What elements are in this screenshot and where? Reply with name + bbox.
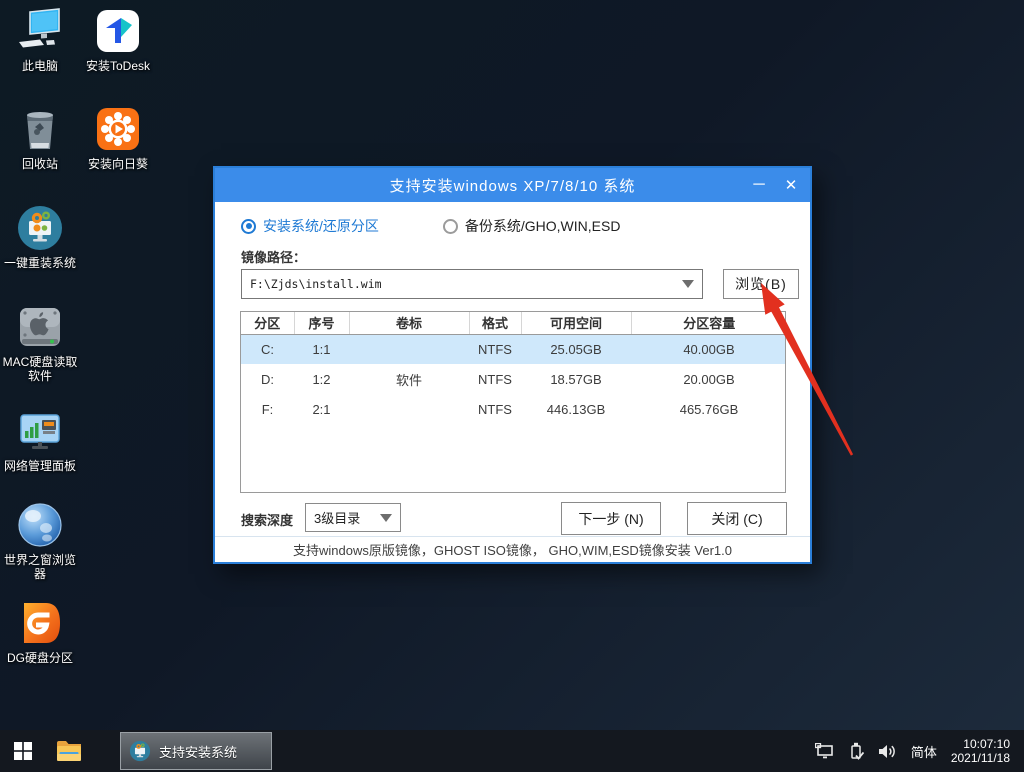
search-depth-select[interactable]: 3级目录 xyxy=(305,503,401,532)
mac-disk-icon xyxy=(15,302,65,352)
desktop-icon-label: 网络管理面板 xyxy=(4,459,76,473)
network-panel-icon xyxy=(15,406,65,456)
volume-tray-icon[interactable] xyxy=(878,743,897,760)
column-header[interactable]: 可用空间 xyxy=(521,312,631,334)
close-button[interactable]: ✕ xyxy=(774,168,808,202)
desktop-icon-mac-disk-reader[interactable]: MAC硬盘读取软件 xyxy=(0,302,80,383)
desktop-icon-reinstall-system[interactable]: 一键重装系统 xyxy=(0,203,80,270)
radio-backup-system[interactable]: 备份系统/GHO,WIN,ESD xyxy=(443,216,621,236)
taskbar-item-label: 支持安装系统 xyxy=(159,742,237,761)
desktop-icon-label: 一键重装系统 xyxy=(4,256,76,270)
column-header[interactable]: 分区 xyxy=(241,312,294,334)
column-header[interactable]: 卷标 xyxy=(349,312,469,334)
browser-globe-icon xyxy=(15,500,65,550)
desktop-icon-recycle-bin[interactable]: 回收站 xyxy=(0,104,80,171)
search-depth-label: 搜索深度 xyxy=(241,510,293,529)
radio-backup-label: 备份系统/GHO,WIN,ESD xyxy=(465,216,621,236)
desktop-icon-label: 回收站 xyxy=(22,157,58,171)
desktop-icon-sunflower[interactable]: 安装向日葵 xyxy=(78,104,158,171)
column-header[interactable]: 序号 xyxy=(294,312,349,334)
installer-dialog: 支持安装windows XP/7/8/10 系统 ─ ✕ 安装系统/还原分区 备… xyxy=(213,166,812,564)
dialog-status-bar: 支持windows原版镜像，GHOST ISO镜像， GHO,WIM,ESD镜像… xyxy=(215,536,810,562)
search-depth-value: 3级目录 xyxy=(314,508,380,527)
desktop-icon-label: DG硬盘分区 xyxy=(7,651,73,665)
usb-tray-icon[interactable] xyxy=(849,742,864,761)
todesk-icon xyxy=(93,6,143,56)
table-row[interactable]: D:1:2软件NTFS18.57GB20.00GB xyxy=(241,364,786,394)
chevron-down-icon xyxy=(380,514,392,522)
desktop-icon-label: 安装向日葵 xyxy=(88,157,148,171)
desktop-icon-network-panel[interactable]: 网络管理面板 xyxy=(0,406,80,473)
clock-time: 10:07:10 xyxy=(951,737,1010,751)
taskbar-clock[interactable]: 10:07:10 2021/11/18 xyxy=(951,737,1014,765)
radio-unselected-icon xyxy=(443,219,458,234)
desktop-icon-browser[interactable]: 世界之窗浏览器 xyxy=(0,500,80,581)
this-pc-icon xyxy=(15,6,65,56)
installer-task-icon xyxy=(129,740,151,762)
desktop-icon-label: 世界之窗浏览器 xyxy=(0,553,80,581)
next-step-button[interactable]: 下一步 (N) xyxy=(561,502,661,535)
ime-indicator[interactable]: 简体 xyxy=(911,742,937,761)
close-dialog-button[interactable]: 关闭 (C) xyxy=(687,502,787,535)
folder-icon xyxy=(56,740,82,762)
dialog-titlebar[interactable]: 支持安装windows XP/7/8/10 系统 ─ ✕ xyxy=(215,168,810,202)
network-tray-icon[interactable] xyxy=(815,743,835,760)
column-header[interactable]: 分区容量 xyxy=(631,312,786,334)
taskbar-item-installer[interactable]: 支持安装系统 xyxy=(120,732,272,770)
radio-install-system[interactable]: 安装系统/还原分区 xyxy=(241,216,379,236)
reinstall-system-icon xyxy=(15,203,65,253)
desktop-icon-label: MAC硬盘读取软件 xyxy=(0,355,80,383)
radio-selected-icon xyxy=(241,219,256,234)
clock-date: 2021/11/18 xyxy=(951,751,1010,765)
sunflower-icon xyxy=(93,104,143,154)
chevron-down-icon[interactable] xyxy=(682,280,694,288)
partition-table[interactable]: 分区序号卷标格式可用空间分区容量C:1:1NTFS25.05GB40.00GBD… xyxy=(241,312,786,424)
image-path-value: F:\Zjds\install.wim xyxy=(250,277,682,291)
desktop-icon-todesk[interactable]: 安装ToDesk xyxy=(78,6,158,73)
desktop-icon-label: 安装ToDesk xyxy=(86,59,150,73)
image-path-combobox[interactable]: F:\Zjds\install.wim xyxy=(241,269,703,299)
recycle-bin-icon xyxy=(15,104,65,154)
image-path-label: 镜像路径： xyxy=(241,247,306,266)
radio-install-label: 安装系统/还原分区 xyxy=(263,216,379,236)
minimize-button[interactable]: ─ xyxy=(742,168,776,202)
table-row[interactable]: C:1:1NTFS25.05GB40.00GB xyxy=(241,334,786,364)
partition-table-container: 分区序号卷标格式可用空间分区容量C:1:1NTFS25.05GB40.00GBD… xyxy=(240,311,786,493)
desktop-icon-diskgenius[interactable]: DG硬盘分区 xyxy=(0,598,80,665)
desktop-icon-this-pc[interactable]: 此电脑 xyxy=(0,6,80,73)
dialog-title: 支持安装windows XP/7/8/10 系统 xyxy=(215,175,810,196)
diskgenius-icon xyxy=(15,598,65,648)
file-explorer-button[interactable] xyxy=(46,730,92,772)
start-button[interactable] xyxy=(0,730,46,772)
windows-logo-icon xyxy=(14,742,32,760)
browse-button[interactable]: 浏览(B) xyxy=(723,269,799,299)
taskbar: 支持安装系统 简体 10:07: xyxy=(0,730,1024,772)
desktop-icon-label: 此电脑 xyxy=(22,59,58,73)
column-header[interactable]: 格式 xyxy=(469,312,521,334)
table-row[interactable]: F:2:1NTFS446.13GB465.76GB xyxy=(241,394,786,424)
